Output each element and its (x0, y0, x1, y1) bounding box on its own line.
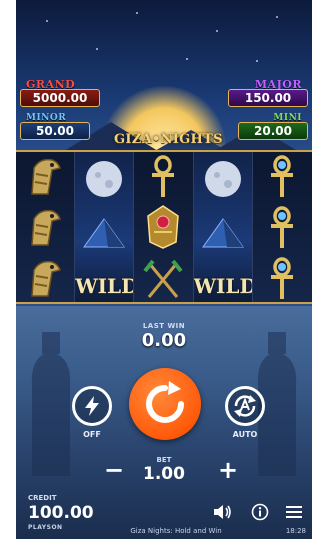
wild-icon: WILD (75, 254, 133, 302)
star (96, 48, 98, 50)
credit-label: CREDIT (28, 494, 57, 502)
falcon-icon (16, 203, 74, 253)
bet-increase-button[interactable]: + (216, 458, 240, 482)
jackpot-major: MAJOR 150.00 (228, 77, 308, 113)
spin-button[interactable] (129, 368, 201, 440)
menu-icon[interactable] (284, 502, 304, 522)
pyramid-icon (194, 206, 252, 256)
star (276, 16, 278, 18)
star (136, 12, 138, 14)
moon-icon (194, 154, 252, 204)
reel-2: WILD (75, 152, 135, 302)
jackpot-grand: GRAND 5000.00 (20, 77, 100, 113)
wild-label: WILD (193, 274, 253, 298)
clock: 18:28 (285, 527, 306, 535)
turbo-button[interactable] (72, 386, 112, 426)
brand-logo: PLAYSON (28, 524, 63, 531)
bet-value: 1.00 (143, 464, 185, 484)
reel-5 (252, 152, 312, 302)
game-screen: GRAND 5000.00 MINOR 50.00 MAJOR 150.00 M… (16, 0, 312, 539)
game-name: Giza Nights: Hold and Win (130, 527, 222, 535)
last-win-value: 0.00 (141, 330, 187, 351)
reel-3 (134, 152, 194, 302)
crossed-staffs-icon (134, 254, 192, 302)
ankh-icon (253, 152, 312, 202)
jackpot-mini-value: 20.00 (238, 122, 308, 140)
control-panel: LAST WIN 0.00 OFF AUTO − BET 1.00 + CRED… (16, 306, 312, 539)
star (186, 58, 188, 60)
ankh-icon (253, 254, 312, 302)
wild-icon: WILD (194, 254, 252, 302)
jackpot-major-value: 150.00 (228, 89, 308, 107)
falcon-icon (16, 254, 74, 302)
pyramid-icon (75, 206, 133, 256)
sound-icon[interactable] (212, 502, 232, 522)
wild-label: WILD (75, 274, 135, 298)
jackpot-minor: MINOR 50.00 (20, 113, 90, 149)
jackpot-mini: MINI 20.00 (238, 113, 308, 149)
lightning-icon (85, 396, 99, 416)
ankh-icon (253, 203, 312, 253)
credit-value: 100.00 (28, 503, 94, 523)
autoplay-button[interactable] (225, 386, 265, 426)
refresh-icon (146, 381, 184, 423)
star (216, 30, 218, 32)
turbo-state-label: OFF (83, 430, 101, 439)
reel-4: WILD (193, 152, 253, 302)
star (46, 20, 48, 22)
reel-1 (16, 152, 76, 302)
scarab-icon (134, 202, 192, 252)
jackpot-minor-value: 50.00 (20, 122, 90, 140)
game-logo: GIZA•NIGHTS (114, 132, 223, 147)
jackpot-grand-value: 5000.00 (20, 89, 100, 107)
reels-grid: WILD WILD (16, 150, 312, 304)
last-win-label: LAST WIN (142, 322, 186, 330)
autoplay-icon (234, 395, 256, 417)
ankh-icon (134, 152, 192, 202)
star (256, 60, 258, 62)
falcon-icon (16, 152, 74, 202)
bet-label: BET (156, 456, 172, 464)
autoplay-label: AUTO (232, 430, 258, 439)
info-icon[interactable] (250, 502, 270, 522)
moon-icon (75, 154, 133, 204)
